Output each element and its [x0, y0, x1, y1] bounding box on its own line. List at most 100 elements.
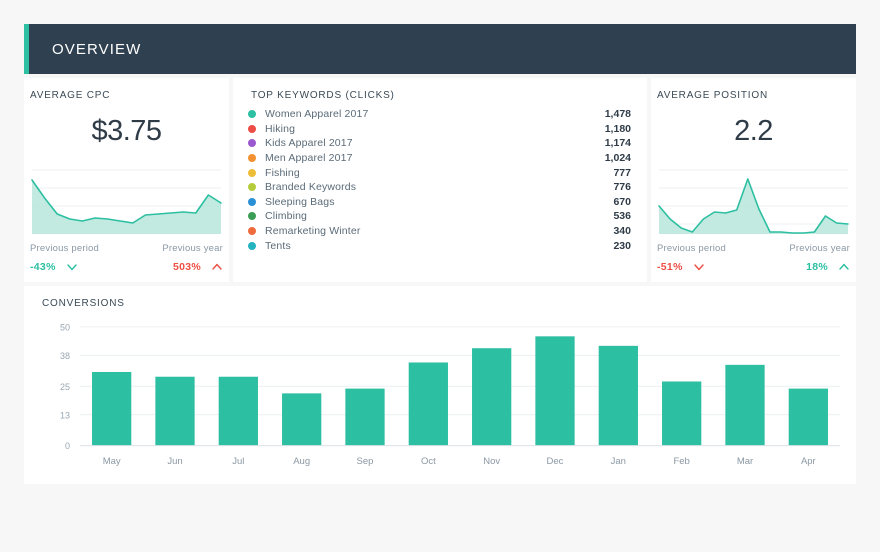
keyword-color-dot — [248, 183, 256, 192]
keyword-label: Women Apparel 2017 — [265, 108, 369, 121]
average-cpc-previous-period: Previous period -43% — [30, 243, 127, 273]
keyword-value: 776 — [613, 181, 631, 194]
list-item[interactable]: Remarketing Winter 340 — [245, 224, 635, 239]
keyword-color-dot — [248, 154, 256, 163]
keyword-color-dot — [248, 139, 256, 148]
page-header: OVERVIEW — [24, 24, 856, 74]
conversions-bar-chart: 0 13 25 38 50 May Jun Jul Aug Sep Oct Nov Dec Jan Feb M… — [36, 316, 844, 474]
average-position-title: AVERAGE POSITION — [657, 90, 768, 101]
keyword-value: 777 — [613, 166, 631, 179]
previous-year-value: 503% — [172, 261, 201, 273]
keyword-label: Men Apparel 2017 — [265, 152, 353, 165]
bar[interactable] — [535, 336, 575, 446]
top-keywords-title: TOP KEYWORDS (CLICKS) — [251, 90, 395, 101]
top-keywords-list: Women Apparel 2017 1,478 Hiking 1,180 Ki… — [245, 107, 635, 253]
list-item[interactable]: Tents 230 — [245, 238, 635, 253]
previous-year-row: 18% — [754, 261, 851, 273]
y-axis-tick-label: 50 — [60, 322, 70, 332]
keyword-color-dot — [248, 241, 256, 250]
x-axis-tick-label: Apr — [801, 456, 817, 467]
keyword-label: Kids Apparel 2017 — [265, 137, 353, 150]
average-position-footer: Previous period -51% Previous year 18% — [651, 243, 856, 273]
previous-year-row: 503% — [127, 261, 224, 273]
keyword-color-dot — [248, 110, 256, 119]
bar[interactable] — [788, 388, 828, 446]
x-axis-tick-label: Nov — [483, 456, 500, 467]
average-cpc-previous-year: Previous year 503% — [127, 243, 224, 273]
bar[interactable] — [345, 388, 385, 446]
bar[interactable] — [282, 393, 322, 446]
y-axis-tick-label: 13 — [60, 410, 70, 420]
keyword-label: Fishing — [265, 166, 300, 179]
previous-period-value: -51% — [657, 261, 683, 273]
keyword-label: Hiking — [265, 122, 296, 135]
x-axis-tick-label: May — [103, 456, 121, 467]
bar[interactable] — [725, 364, 765, 446]
keyword-value: 1,024 — [604, 152, 631, 165]
keyword-value: 1,174 — [604, 137, 631, 150]
average-cpc-title: AVERAGE CPC — [30, 90, 111, 101]
x-axis-tick-label: Jan — [611, 456, 626, 467]
page-title: OVERVIEW — [52, 40, 142, 58]
list-item[interactable]: Hiking 1,180 — [245, 122, 635, 137]
chevron-down-icon — [66, 261, 78, 273]
previous-period-value: -43% — [30, 261, 56, 273]
list-item[interactable]: Men Apparel 2017 1,024 — [245, 151, 635, 166]
bar[interactable] — [218, 376, 258, 446]
list-item[interactable]: Kids Apparel 2017 1,174 — [245, 136, 635, 151]
x-axis-tick-label: Mar — [737, 456, 754, 467]
keyword-color-dot — [248, 124, 256, 133]
keyword-value: 230 — [613, 239, 631, 252]
list-item[interactable]: Branded Keywords 776 — [245, 180, 635, 195]
header-accent-bar — [24, 24, 29, 74]
x-axis-tick-label: Jul — [232, 456, 244, 467]
bar[interactable] — [472, 348, 512, 446]
x-axis-tick-label: Jun — [167, 456, 182, 467]
keyword-label: Remarketing Winter — [265, 225, 361, 238]
average-position-value: 2.2 — [734, 115, 773, 147]
list-item[interactable]: Sleeping Bags 670 — [245, 195, 635, 210]
previous-year-value: 18% — [806, 261, 828, 273]
keyword-color-dot — [248, 227, 256, 236]
previous-period-label: Previous period — [657, 243, 727, 254]
keyword-color-dot — [248, 212, 256, 221]
previous-year-label: Previous year — [162, 243, 223, 254]
list-item[interactable]: Fishing 777 — [245, 165, 635, 180]
bar[interactable] — [598, 345, 638, 446]
previous-year-label: Previous year — [789, 243, 850, 254]
average-position-previous-year: Previous year 18% — [754, 243, 851, 273]
keyword-value: 670 — [613, 195, 631, 208]
bar[interactable] — [92, 371, 132, 446]
x-axis-tick-label: Sep — [357, 456, 374, 467]
keyword-label: Climbing — [265, 210, 308, 223]
conversions-chart-svg: 0 13 25 38 50 May Jun Jul Aug Sep Oct Nov Dec Jan Feb M… — [60, 322, 840, 467]
bar[interactable] — [155, 376, 195, 446]
top-keywords-card: TOP KEYWORDS (CLICKS) Women Apparel 2017… — [233, 78, 647, 282]
bar[interactable] — [408, 362, 448, 446]
dashboard-page: OVERVIEW AVERAGE CPC $3.75 Previous peri… — [0, 0, 880, 552]
bar[interactable] — [662, 381, 702, 446]
x-axis-tick-label: Feb — [673, 456, 689, 467]
average-cpc-sparkline-svg — [31, 169, 222, 234]
y-axis-tick-label: 0 — [65, 441, 70, 451]
conversions-card: CONVERSIONS 0 13 25 38 50 May Jun Jul Aug Sep Oct N… — [24, 286, 856, 484]
x-axis-tick-label: Aug — [293, 456, 310, 467]
keyword-color-dot — [248, 197, 256, 206]
keyword-color-dot — [248, 168, 256, 177]
x-axis-tick-label: Dec — [547, 456, 564, 467]
chevron-up-icon — [838, 261, 850, 273]
previous-period-row: -43% — [30, 261, 127, 273]
average-cpc-sparkline — [24, 162, 229, 237]
keyword-value: 340 — [613, 225, 631, 238]
chevron-down-icon — [693, 261, 705, 273]
list-item[interactable]: Women Apparel 2017 1,478 — [245, 107, 635, 122]
previous-period-row: -51% — [657, 261, 754, 273]
list-item[interactable]: Climbing 536 — [245, 209, 635, 224]
average-position-card: AVERAGE POSITION 2.2 Previous period -51… — [651, 78, 856, 282]
keyword-value: 536 — [613, 210, 631, 223]
y-axis-tick-label: 25 — [60, 382, 70, 392]
keyword-value: 1,180 — [604, 122, 631, 135]
keyword-label: Tents — [265, 239, 291, 252]
conversions-title: CONVERSIONS — [42, 298, 125, 309]
average-position-sparkline-svg — [658, 169, 849, 234]
